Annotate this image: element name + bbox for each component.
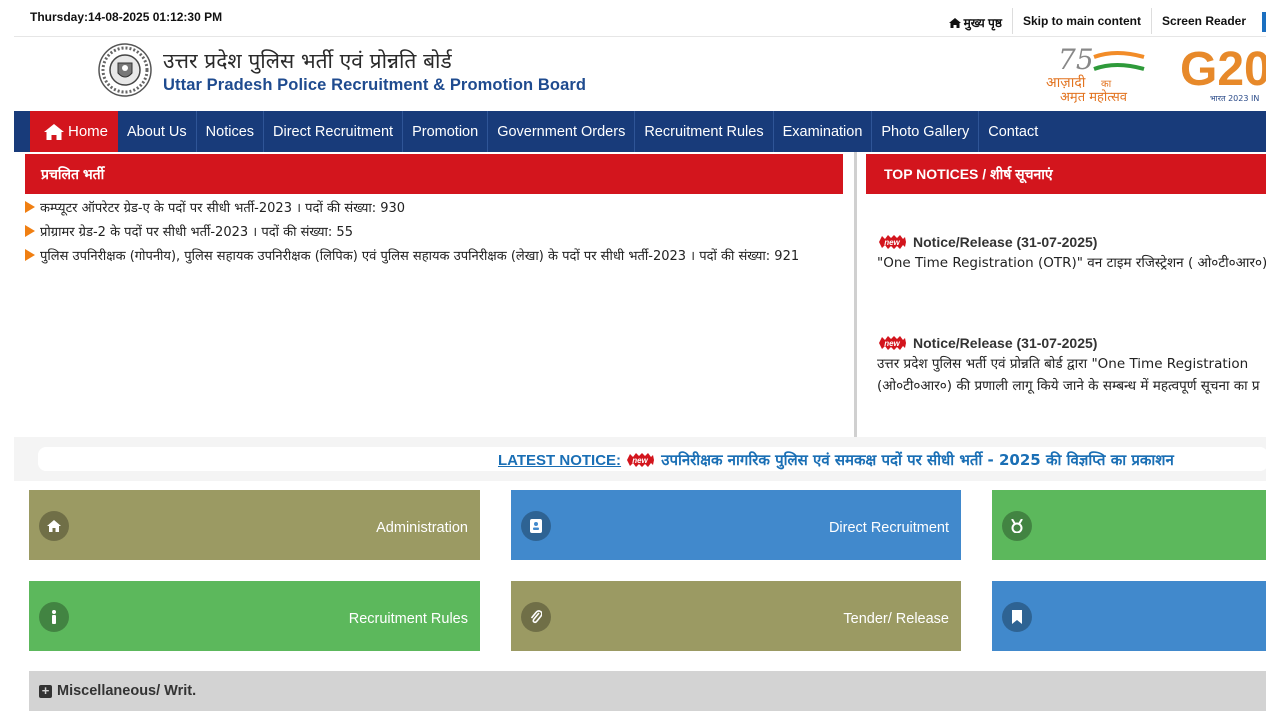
- recruitment-item-text: पुलिस उपनिरीक्षक (गोपनीय), पुलिस सहायक उ…: [40, 249, 800, 264]
- nav-recruitment-rules[interactable]: Recruitment Rules: [635, 111, 774, 152]
- nav-contact[interactable]: Contact: [979, 111, 1047, 152]
- tile-administration[interactable]: Administration: [29, 490, 480, 560]
- paperclip-icon: [521, 602, 551, 632]
- top-notices-panel: TOP NOTICES / शीर्ष सूचनाएं new Notice/Re…: [866, 152, 1266, 437]
- recruitment-item[interactable]: प्रोग्रामर ग्रेड-2 के पदों पर सीधी भर्ती…: [25, 224, 799, 248]
- latest-notice-label[interactable]: LATEST NOTICE:: [498, 452, 621, 469]
- site-header: उत्तर प्रदेश पुलिस भर्ती एवं प्रोन्नति ब…: [14, 37, 1266, 111]
- amrit-mahotsav-text: अमृत महोत्सव: [1060, 89, 1128, 103]
- accessibility-toggle[interactable]: [1262, 12, 1266, 32]
- nav-home[interactable]: Home: [30, 111, 119, 152]
- top-notices-heading: TOP NOTICES / शीर्ष सूचनाएं: [866, 154, 1266, 194]
- miscellaneous-writ-accordion[interactable]: + Miscellaneous/ Writ.: [29, 671, 1266, 711]
- tile-label: Administration: [376, 520, 468, 536]
- tile-bookmark[interactable]: [992, 581, 1266, 651]
- board-emblem-logo[interactable]: [98, 43, 152, 97]
- bullet-arrow-icon: [25, 249, 35, 261]
- home-icon: [44, 123, 64, 140]
- recruitment-item[interactable]: कम्प्यूटर ऑपरेटर ग्रेड-ए के पदों पर सीधी…: [25, 200, 799, 224]
- current-recruitment-panel: प्रचलित भर्ती कम्प्यूटर ऑपरेटर ग्रेड-ए क…: [14, 152, 854, 437]
- notice-text: (ओ०टी०आर०) की प्रणाली लागू किये जाने के …: [877, 378, 1260, 394]
- home-icon: [39, 511, 69, 541]
- tile-tender-release[interactable]: Tender/ Release: [511, 581, 961, 651]
- tile-label: Direct Recruitment: [828, 520, 949, 536]
- top-bar: Thursday:14-08-2025 01:12:30 PM मुख्य पृ…: [14, 0, 1266, 37]
- board-title-english: Uttar Pradesh Police Recruitment & Promo…: [163, 76, 587, 94]
- new-badge-icon: new: [879, 336, 906, 350]
- home-link-label: मुख्य पृष्ठ: [963, 16, 1002, 30]
- recruitment-item-text: कम्प्यूटर ऑपरेटर ग्रेड-ए के पदों पर सीधी…: [40, 201, 406, 216]
- bookmark-icon: [1002, 602, 1032, 632]
- plus-square-icon: +: [39, 684, 52, 698]
- tile-recruitment-rules[interactable]: Recruitment Rules: [29, 581, 480, 651]
- latest-notice-text[interactable]: उपनिरीक्षक नागरिक पुलिस एवं समकक्ष पदों …: [661, 451, 1174, 469]
- new-badge-text: new: [632, 456, 648, 465]
- new-badge-icon: new: [879, 235, 906, 249]
- notice-title: Notice/Release (31-07-2025): [913, 335, 1098, 351]
- azadi-text: आज़ादी: [1046, 74, 1086, 91]
- tile-promotion[interactable]: [992, 490, 1266, 560]
- g20-subtext: भारत 2023 IN: [1210, 94, 1259, 103]
- current-recruitment-heading: प्रचलित भर्ती: [25, 154, 843, 194]
- nav-notices[interactable]: Notices: [197, 111, 265, 152]
- skip-to-main-link[interactable]: Skip to main content: [1011, 8, 1151, 34]
- nav-direct-recruitment[interactable]: Direct Recruitment: [264, 111, 404, 152]
- id-card-icon: [521, 511, 551, 541]
- svg-text:75: 75: [1058, 43, 1094, 76]
- tile-direct-recruitment[interactable]: Direct Recruitment: [511, 490, 961, 560]
- latest-notice-band: LATEST NOTICE: new उपनिरीक्षक नागरिक पुलि…: [14, 437, 1268, 481]
- new-badge-icon: new: [627, 453, 655, 467]
- nav-government-orders[interactable]: Government Orders: [488, 111, 636, 152]
- notice-item[interactable]: new Notice/Release (31-07-2025) उत्तर प्र…: [877, 335, 1266, 397]
- panel-divider: [854, 152, 857, 437]
- info-person-icon: [39, 602, 69, 632]
- top-links: मुख्य पृष्ठ Skip to main content Screen …: [939, 8, 1266, 34]
- new-badge-text: new: [884, 339, 900, 348]
- bullet-arrow-icon: [25, 225, 35, 237]
- tile-label: Tender/ Release: [843, 611, 949, 627]
- recruitment-item[interactable]: पुलिस उपनिरीक्षक (गोपनीय), पुलिस सहायक उ…: [25, 248, 799, 272]
- notice-text: उत्तर प्रदेश पुलिस भर्ती एवं प्रोन्नति ब…: [877, 356, 1249, 372]
- notice-title: Notice/Release (31-07-2025): [913, 234, 1098, 250]
- medal-icon: [1002, 511, 1032, 541]
- tile-label: Recruitment Rules: [348, 611, 468, 627]
- g20-logo: G20 भारत 2023 IN: [1180, 43, 1266, 103]
- nav-about-us[interactable]: About Us: [118, 111, 197, 152]
- screen-reader-link[interactable]: Screen Reader: [1150, 8, 1256, 34]
- azadi-ka-text: का: [1101, 79, 1112, 90]
- azadi-ka-amrit-mahotsav-logo: 75 आज़ादी का अमृत महोत्सव: [1046, 43, 1145, 103]
- miscellaneous-writ-label: Miscellaneous/ Writ.: [57, 683, 197, 699]
- g20-text: G20: [1180, 43, 1266, 96]
- new-badge-text: new: [884, 238, 900, 247]
- recruitment-list: कम्प्यूटर ऑपरेटर ग्रेड-ए के पदों पर सीधी…: [25, 200, 799, 272]
- nav-home-label: Home: [68, 123, 109, 140]
- notice-text: "One Time Registration (OTR)" वन टाइम रज…: [877, 255, 1266, 271]
- nav-promotion[interactable]: Promotion: [403, 111, 489, 152]
- bullet-arrow-icon: [25, 201, 35, 213]
- nav-photo-gallery[interactable]: Photo Gallery: [872, 111, 980, 152]
- nav-examination[interactable]: Examination: [774, 111, 873, 152]
- main-navigation: Home About Us Notices Direct Recruitment…: [14, 111, 1266, 152]
- home-link[interactable]: मुख्य पृष्ठ: [939, 8, 1012, 34]
- home-icon: [948, 18, 961, 28]
- latest-notice[interactable]: LATEST NOTICE: new उपनिरीक्षक नागरिक पुलि…: [498, 450, 1174, 470]
- recruitment-item-text: प्रोग्रामर ग्रेड-2 के पदों पर सीधी भर्ती…: [40, 225, 353, 240]
- current-datetime: Thursday:14-08-2025 01:12:30 PM: [30, 10, 223, 24]
- board-title-hindi: उत्तर प्रदेश पुलिस भर्ती एवं प्रोन्नति ब…: [163, 49, 452, 73]
- notice-item[interactable]: new Notice/Release (31-07-2025) "One Time…: [877, 234, 1266, 274]
